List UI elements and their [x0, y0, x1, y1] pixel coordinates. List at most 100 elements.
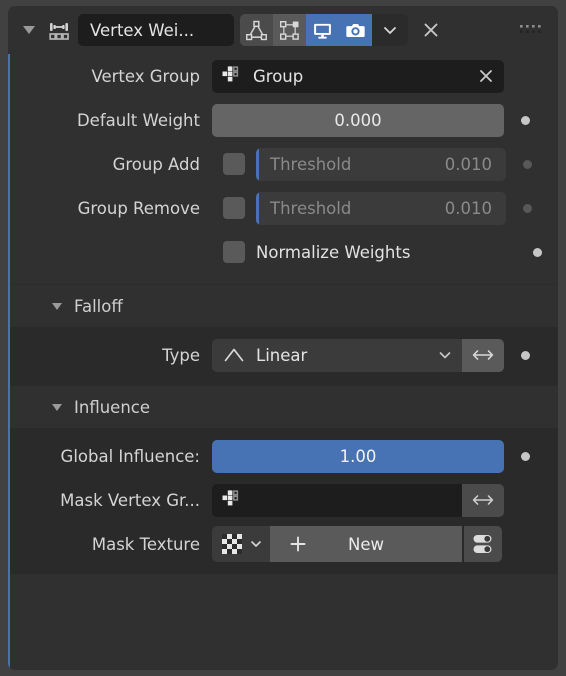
- modifier-body: Vertex Group Group Default Weight 0.000 …: [8, 54, 558, 574]
- modifier-extras-dropdown[interactable]: [372, 14, 408, 46]
- influence-panel-body: Global Influence: 1.00 Mask Vertex Gr...: [8, 428, 558, 574]
- group-remove-checkbox-wrap: [212, 197, 256, 219]
- panel-expand-toggle[interactable]: [16, 15, 42, 45]
- group-add-threshold-input[interactable]: Threshold 0.010: [256, 147, 506, 181]
- on-cage-icon: [280, 20, 299, 40]
- decorator-default-weight[interactable]: [504, 115, 546, 125]
- mask-texture-new-button[interactable]: New: [270, 526, 462, 562]
- mask-vertex-group-label: Mask Vertex Gr...: [60, 490, 200, 510]
- group-remove-threshold-value: 0.010: [444, 198, 492, 218]
- vertex-group-label: Vertex Group: [91, 66, 200, 86]
- close-x-icon: [480, 70, 492, 82]
- show-on-cage-toggle[interactable]: [273, 14, 306, 46]
- vertex-group-value: Group: [253, 66, 304, 86]
- row-group-add: Group Add Threshold 0.010: [8, 142, 558, 186]
- delete-modifier-button[interactable]: [412, 14, 450, 46]
- global-influence-label: Global Influence:: [60, 446, 200, 466]
- modifier-drag-handle[interactable]: [514, 14, 548, 46]
- linear-curve-icon: [224, 348, 244, 362]
- active-accent-stripe: [8, 6, 10, 670]
- vertex-group-icon: [222, 66, 239, 82]
- global-influence-slider[interactable]: 1.00: [212, 439, 504, 473]
- normalize-weights-label: Normalize Weights: [256, 242, 411, 262]
- normalize-weights-checkbox-wrap: [212, 241, 256, 263]
- group-remove-threshold-label: Threshold: [270, 198, 352, 218]
- row-vertex-group: Vertex Group Group: [8, 54, 558, 98]
- falloff-invert-toggle[interactable]: [462, 338, 504, 372]
- falloff-type-value: Linear: [256, 345, 308, 365]
- row-mask-texture: Mask Texture New: [8, 522, 558, 566]
- vertex-group-input[interactable]: Group: [212, 59, 504, 93]
- falloff-panel-header[interactable]: Falloff: [8, 284, 558, 327]
- chevron-down-icon: [250, 541, 261, 547]
- group-add-threshold-label: Threshold: [270, 154, 352, 174]
- drag-dots-icon: [520, 25, 541, 33]
- animate-property-dot: [522, 203, 532, 213]
- group-add-checkbox-wrap: [212, 153, 256, 175]
- influence-panel-header[interactable]: Influence: [8, 385, 558, 428]
- display-toggles-group: [240, 14, 408, 46]
- default-weight-value: 0.000: [334, 110, 382, 130]
- checker-texture-icon: [221, 534, 242, 554]
- default-weight-label: Default Weight: [76, 110, 200, 130]
- decorator-group-remove[interactable]: [506, 203, 548, 213]
- animate-property-dot: [532, 247, 542, 257]
- global-influence-value: 1.00: [339, 446, 377, 466]
- mask-texture-options-button[interactable]: [464, 526, 502, 562]
- influence-panel-title: Influence: [74, 397, 151, 417]
- row-default-weight: Default Weight 0.000: [8, 98, 558, 142]
- modifier-name-input[interactable]: Vertex Wei...: [78, 14, 234, 46]
- group-remove-checkbox[interactable]: [223, 197, 245, 219]
- triangle-down-icon: [52, 403, 62, 411]
- animate-property-dot: [520, 350, 530, 360]
- show-in-viewport-toggle[interactable]: [306, 14, 339, 46]
- falloff-type-label: Type: [162, 345, 200, 365]
- triangle-down-icon: [52, 302, 62, 310]
- close-x-icon: [424, 23, 438, 37]
- decorator-global-influence[interactable]: [504, 451, 546, 461]
- vertex-group-clear-button[interactable]: [476, 66, 496, 86]
- modifier-panel: Vertex Wei... Vertex Group Group Default…: [8, 6, 558, 670]
- row-global-influence: Global Influence: 1.00: [8, 434, 558, 478]
- decorator-normalize-weights[interactable]: [516, 247, 558, 257]
- group-remove-label: Group Remove: [77, 198, 200, 218]
- chevron-down-icon: [384, 27, 396, 34]
- modifier-header: Vertex Wei...: [8, 6, 558, 54]
- mask-texture-browse-button[interactable]: [212, 526, 270, 562]
- normalize-weights-checkbox[interactable]: [223, 241, 245, 263]
- group-remove-threshold-input[interactable]: Threshold 0.010: [256, 191, 506, 225]
- show-in-edit-mode-toggle[interactable]: [240, 14, 273, 46]
- mask-vertex-group-invert-toggle[interactable]: [462, 483, 504, 517]
- row-mask-vertex-group: Mask Vertex Gr...: [8, 478, 558, 522]
- falloff-type-dropdown[interactable]: Linear: [212, 338, 462, 372]
- chevron-down-icon: [436, 346, 454, 364]
- monitor-icon: [314, 23, 331, 39]
- mask-vertex-group-input[interactable]: [212, 483, 462, 517]
- falloff-panel-title: Falloff: [74, 296, 123, 316]
- animate-property-dot: [520, 451, 530, 461]
- plus-icon: [290, 536, 306, 552]
- group-add-checkbox[interactable]: [223, 153, 245, 175]
- vertex-group-icon: [222, 490, 239, 506]
- row-group-remove: Group Remove Threshold 0.010: [8, 186, 558, 230]
- row-falloff-type: Type Linear: [8, 333, 558, 377]
- group-add-label: Group Add: [112, 154, 200, 174]
- camera-icon: [346, 23, 365, 37]
- edit-mode-icon: [246, 20, 267, 40]
- mask-texture-new-label: New: [348, 534, 384, 554]
- row-normalize-weights: Normalize Weights: [8, 230, 558, 274]
- threshold-slider-fill: [256, 147, 259, 181]
- default-weight-input[interactable]: 0.000: [212, 103, 504, 137]
- texture-options-icon: [473, 535, 492, 553]
- animate-property-dot: [522, 159, 532, 169]
- threshold-slider-fill: [256, 191, 259, 225]
- left-right-arrow-icon: [472, 495, 494, 505]
- decorator-group-add[interactable]: [506, 159, 548, 169]
- group-add-threshold-value: 0.010: [444, 154, 492, 174]
- decorator-falloff-type[interactable]: [504, 350, 546, 360]
- vertex-weight-edit-icon: [42, 14, 76, 46]
- triangle-down-icon: [23, 26, 35, 34]
- show-in-render-toggle[interactable]: [339, 14, 372, 46]
- mask-texture-label: Mask Texture: [91, 534, 200, 554]
- falloff-panel-body: Type Linear: [8, 327, 558, 385]
